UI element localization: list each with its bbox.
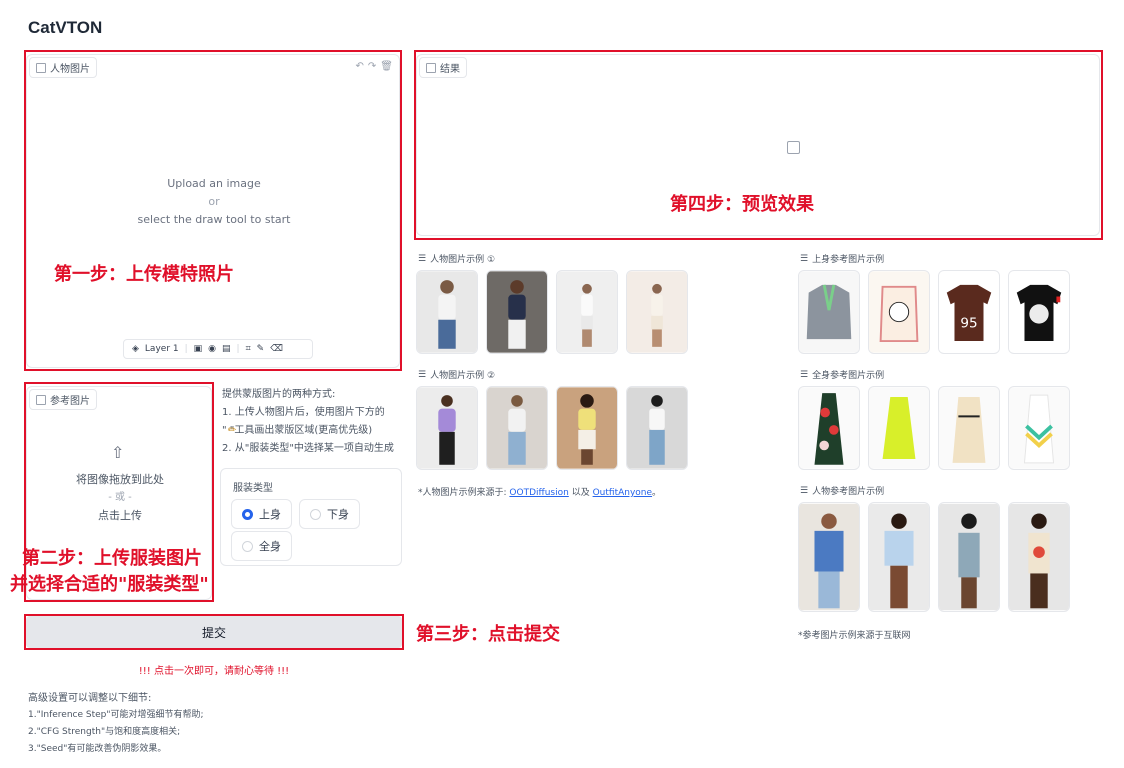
person-ref-example-4[interactable] bbox=[1008, 502, 1070, 612]
step2-annotation-a: 第二步：上传服装图片 bbox=[22, 548, 202, 569]
radio-dot-upper bbox=[242, 508, 253, 520]
mask-help-line4: 2. 从"服装类型"中选择某一项自动生成 bbox=[222, 443, 394, 454]
person-example-7[interactable] bbox=[556, 386, 618, 470]
person-example-8[interactable] bbox=[626, 386, 688, 470]
full-example-1[interactable] bbox=[798, 386, 860, 470]
gallery-person2-label: ☰ 人物图片示例 ② bbox=[418, 369, 496, 382]
full-example-3[interactable] bbox=[938, 386, 1000, 470]
mask-help-line2: 1. 上传人物图片后，使用图片下方的 bbox=[222, 407, 385, 418]
advanced-line3: 2."CFG Strength"与饱和度高度相关; bbox=[28, 727, 181, 737]
app-title: CatVTON bbox=[28, 18, 103, 37]
advanced-notes: 高级设置可以调整以下细节: 1."Inference Step"可能对增强细节有… bbox=[28, 690, 204, 758]
person-example-1[interactable] bbox=[416, 270, 478, 354]
step1-annotation: 第一步：上传模特照片 bbox=[54, 264, 234, 285]
person-example-3[interactable] bbox=[556, 270, 618, 354]
mask-help-line3: " "工具画出蒙版区域(更高优先级) bbox=[222, 425, 373, 436]
gallery-person1-label: ☰ 人物图片示例 ① bbox=[418, 253, 496, 266]
upper-example-3[interactable]: 95 bbox=[938, 270, 1000, 354]
advanced-line2: 1."Inference Step"可能对增强细节有帮助; bbox=[28, 710, 204, 720]
full-example-2[interactable] bbox=[868, 386, 930, 470]
radio-upper[interactable]: 上身 bbox=[231, 499, 292, 529]
radio-lower[interactable]: 下身 bbox=[299, 499, 360, 529]
person-example-5[interactable] bbox=[416, 386, 478, 470]
radio-dot-lower bbox=[310, 508, 321, 520]
mask-help: 提供蒙版图片的两种方式: 1. 上传人物图片后，使用图片下方的 " "工具画出蒙… bbox=[222, 386, 394, 458]
person-example-2[interactable] bbox=[486, 270, 548, 354]
advanced-line1: 高级设置可以调整以下细节: bbox=[28, 693, 152, 704]
upper-example-4[interactable] bbox=[1008, 270, 1070, 354]
gallery-person-ref-label: ☰ 人物参考图片示例 bbox=[800, 485, 885, 498]
brush-emoji-icon: ✏ bbox=[228, 425, 237, 436]
radio-dot-overall bbox=[242, 540, 253, 552]
step3-highlight bbox=[24, 614, 404, 650]
mask-help-line1: 提供蒙版图片的两种方式: bbox=[222, 389, 336, 400]
list-icon: ☰ bbox=[800, 485, 809, 496]
gallery-full-label: ☰ 全身参考图片示例 bbox=[800, 369, 885, 382]
person-ref-example-2[interactable] bbox=[868, 502, 930, 612]
step2-annotation-b: 并选择合适的"服装类型" bbox=[10, 574, 209, 595]
upper-example-2[interactable] bbox=[868, 270, 930, 354]
ootdiffusion-link[interactable]: OOTDiffusion bbox=[509, 488, 568, 498]
step1-highlight bbox=[24, 50, 402, 371]
svg-text:95: 95 bbox=[960, 315, 977, 331]
person-example-4[interactable] bbox=[626, 270, 688, 354]
ref-credit: *参考图片示例来源于互联网 bbox=[798, 631, 911, 641]
step4-annotation: 第四步：预览效果 bbox=[670, 194, 814, 215]
person-example-6[interactable] bbox=[486, 386, 548, 470]
list-icon: ☰ bbox=[418, 369, 427, 380]
cloth-type-group: 服装类型 上身 下身 全身 bbox=[220, 468, 402, 566]
list-icon: ☰ bbox=[800, 253, 809, 264]
upper-example-1[interactable] bbox=[798, 270, 860, 354]
submit-note: !!! 点击一次即可，请耐心等待 !!! bbox=[138, 666, 290, 677]
list-icon: ☰ bbox=[800, 369, 809, 380]
full-example-4[interactable] bbox=[1008, 386, 1070, 470]
radio-overall[interactable]: 全身 bbox=[231, 531, 292, 561]
cloth-type-label: 服装类型 bbox=[233, 483, 273, 494]
gallery-upper-label: ☰ 上身参考图片示例 bbox=[800, 253, 885, 266]
advanced-line4: 3."Seed"有可能改善伪阴影效果。 bbox=[28, 744, 167, 754]
person-ref-example-3[interactable] bbox=[938, 502, 1000, 612]
step3-annotation: 第三步：点击提交 bbox=[416, 624, 560, 645]
outfitanyone-link[interactable]: OutfitAnyone bbox=[593, 488, 652, 498]
person-credit: *人物图片示例来源于: OOTDiffusion 以及 OutfitAnyone… bbox=[418, 488, 662, 498]
list-icon: ☰ bbox=[418, 253, 427, 264]
person-ref-example-1[interactable] bbox=[798, 502, 860, 612]
